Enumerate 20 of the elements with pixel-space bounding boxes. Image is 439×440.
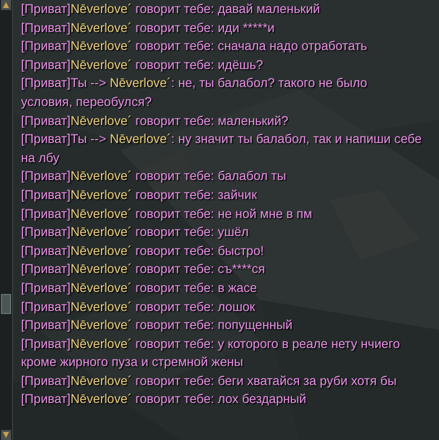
- scroll-down-icon[interactable]: [1, 430, 11, 440]
- chat-message: [Приват]Nēverlove´ говорит тебе: попущенный: [21, 317, 294, 334]
- chat-message: [Приват]Nēverlove´ говорит тебе: маленький?: [21, 112, 290, 130]
- chat-message: [Приват]Nēverlove´ говорит тебе: в жасе: [21, 280, 258, 297]
- chat-message: [Приват]Nēverlove´ говорит тебе: ушёл: [21, 224, 250, 242]
- chat-message: [Приват]Nēverlove´ говорит тебе: идёшь?: [21, 56, 264, 74]
- chat-message: [Приват]Nēverlove´ говорит тебе: зайчик: [21, 186, 258, 204]
- chat-message: [Приват]Ты --> Nēverlove´: не, ты балабол? такого не было условия, переобулся?: [21, 75, 368, 111]
- scroll-up-icon[interactable]: [1, 0, 11, 10]
- chat-message: [Приват]Nēverlove´ говорит тебе: сначала надо отработать: [21, 38, 368, 56]
- chat-message: [Приват]Nēverlove´ говорит тебе: съ****ся: [21, 261, 266, 278]
- chat-message: [Приват]Nēverlove´ говорит тебе: беги хватайся за руби хотя бы: [21, 372, 398, 390]
- chat-message: [Приват]Nēverlove´ говорит тебе: балабол ты: [21, 168, 288, 186]
- chat-message: [Приват]Nēverlove´ говорит тебе: давай маленький: [21, 1, 322, 18]
- chat-message: [Приват]Nēverlove´ говорит тебе: лошок: [21, 298, 256, 316]
- chat-message: [Приват]Nēverlove´ говорит тебе: не ной мне в пм: [21, 206, 314, 223]
- chat-message: [Приват]Nēverlove´ говорит тебе: быстро!: [21, 242, 265, 260]
- chat-message: [Приват]Nēverlove´ говорит тебе: иди *****и: [21, 20, 276, 37]
- scroll-thumb[interactable]: [1, 294, 11, 314]
- chat-message: [Приват]Nēverlove´ говорит тебе: лох бездарный: [21, 391, 308, 408]
